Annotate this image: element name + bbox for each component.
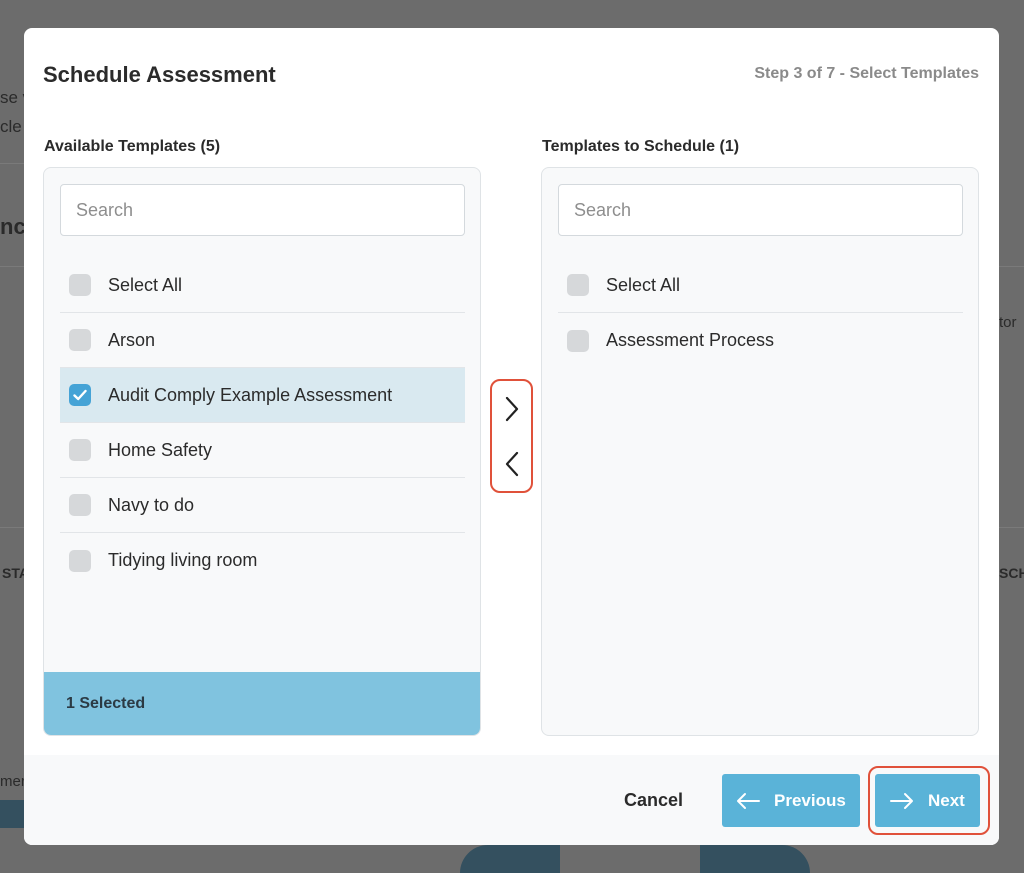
selected-count: 1 Selected bbox=[44, 672, 480, 735]
list-item[interactable]: Assessment Process bbox=[558, 313, 963, 368]
select-all-label: Select All bbox=[108, 274, 183, 295]
list-item-label: Home Safety bbox=[108, 439, 213, 460]
checkbox[interactable] bbox=[567, 329, 589, 352]
background-chart bbox=[700, 845, 810, 873]
chevron-left-icon bbox=[505, 451, 518, 476]
checkmark-icon bbox=[73, 389, 87, 401]
list-item[interactable]: Audit Comply Example Assessment bbox=[60, 368, 465, 423]
chevron-right-icon bbox=[505, 396, 518, 421]
list-item[interactable]: Home Safety bbox=[60, 423, 465, 478]
background-text: tor bbox=[999, 314, 1017, 331]
next-button[interactable]: Next bbox=[875, 774, 980, 827]
background-bar bbox=[0, 800, 24, 828]
schedule-search-input[interactable] bbox=[558, 184, 963, 236]
list-item-label: Arson bbox=[108, 329, 156, 350]
cancel-button[interactable]: Cancel bbox=[624, 790, 683, 811]
available-templates-list: Select All Arson Audit Comply Example As… bbox=[60, 258, 465, 588]
list-item[interactable]: Navy to do bbox=[60, 478, 465, 533]
next-label: Next bbox=[928, 790, 965, 810]
background-text: nc bbox=[0, 214, 26, 239]
templates-to-schedule-panel: Select All Assessment Process bbox=[541, 167, 979, 736]
background-divider bbox=[0, 527, 24, 528]
checkbox[interactable] bbox=[69, 439, 91, 461]
list-item-label: Audit Comply Example Assessment bbox=[108, 384, 393, 405]
checkbox[interactable] bbox=[69, 549, 91, 572]
background-divider bbox=[999, 527, 1024, 528]
available-templates-title: Available Templates (5) bbox=[44, 138, 221, 155]
step-indicator: Step 3 of 7 - Select Templates bbox=[754, 65, 979, 82]
background-text: SCH bbox=[999, 565, 1024, 581]
list-item[interactable]: Tidying living room bbox=[60, 533, 465, 588]
modal-header: Schedule Assessment Step 3 of 7 - Select… bbox=[24, 28, 999, 120]
schedule-select-all[interactable]: Select All bbox=[558, 258, 963, 313]
checkbox[interactable] bbox=[69, 384, 91, 406]
transfer-controls bbox=[490, 379, 533, 493]
background-text: cle bbox=[0, 117, 22, 136]
background-divider bbox=[0, 163, 24, 164]
list-item-label: Tidying living room bbox=[108, 550, 258, 570]
move-right-button[interactable] bbox=[492, 381, 531, 436]
background-divider bbox=[999, 266, 1024, 267]
arrow-left-icon bbox=[737, 792, 760, 809]
list-item[interactable]: Arson bbox=[60, 313, 465, 368]
schedule-assessment-modal: Schedule Assessment Step 3 of 7 - Select… bbox=[24, 28, 999, 845]
list-item-label: Navy to do bbox=[108, 494, 195, 515]
templates-to-schedule-title: Templates to Schedule (1) bbox=[542, 138, 740, 155]
previous-label: Previous bbox=[774, 790, 846, 810]
available-select-all[interactable]: Select All bbox=[60, 258, 465, 313]
checkbox[interactable] bbox=[69, 494, 91, 516]
select-all-label: Select All bbox=[606, 274, 681, 295]
checkbox[interactable] bbox=[567, 274, 589, 296]
available-search-input[interactable] bbox=[60, 184, 465, 236]
move-left-button[interactable] bbox=[492, 436, 531, 491]
schedule-templates-list: Select All Assessment Process bbox=[558, 258, 963, 368]
list-item-label: Assessment Process bbox=[606, 330, 775, 350]
previous-button[interactable]: Previous bbox=[722, 774, 860, 827]
background-divider bbox=[0, 266, 24, 267]
checkbox[interactable] bbox=[69, 274, 91, 296]
background-chart bbox=[460, 845, 560, 873]
background-text: mer bbox=[0, 773, 26, 790]
modal-title: Schedule Assessment bbox=[43, 62, 276, 87]
arrow-right-icon bbox=[890, 792, 913, 809]
checkbox[interactable] bbox=[69, 329, 91, 351]
available-templates-panel: Select All Arson Audit Comply Example As… bbox=[43, 167, 481, 736]
